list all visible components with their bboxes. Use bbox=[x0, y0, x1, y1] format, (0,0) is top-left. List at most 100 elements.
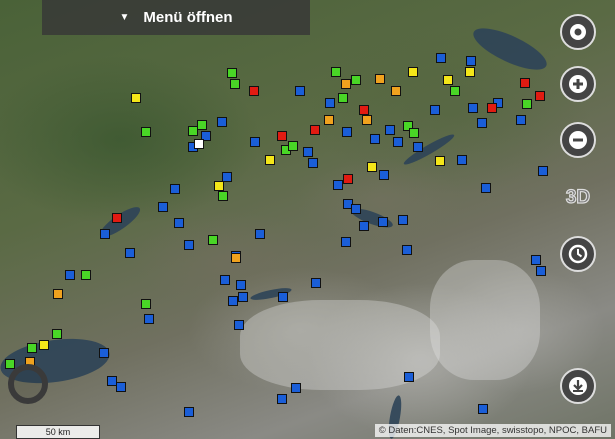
station-marker-red[interactable] bbox=[535, 91, 545, 101]
station-marker-green[interactable] bbox=[522, 99, 532, 109]
station-marker-blue[interactable] bbox=[99, 348, 109, 358]
station-marker-blue[interactable] bbox=[333, 180, 343, 190]
station-marker-blue[interactable] bbox=[370, 134, 380, 144]
station-marker-blue[interactable] bbox=[341, 237, 351, 247]
station-marker-red[interactable] bbox=[487, 103, 497, 113]
station-marker-blue[interactable] bbox=[295, 86, 305, 96]
station-marker-green[interactable] bbox=[351, 75, 361, 85]
station-marker-yellow[interactable] bbox=[214, 181, 224, 191]
station-marker-blue[interactable] bbox=[278, 292, 288, 302]
station-marker-blue[interactable] bbox=[234, 320, 244, 330]
station-marker-green[interactable] bbox=[141, 299, 151, 309]
station-marker-red[interactable] bbox=[520, 78, 530, 88]
station-marker-green[interactable] bbox=[288, 141, 298, 151]
station-marker-orange[interactable] bbox=[391, 86, 401, 96]
locate-button[interactable] bbox=[560, 14, 596, 50]
station-marker-blue[interactable] bbox=[158, 202, 168, 212]
station-marker-blue[interactable] bbox=[398, 215, 408, 225]
station-marker-blue[interactable] bbox=[468, 103, 478, 113]
station-marker-red[interactable] bbox=[112, 213, 122, 223]
station-marker-blue[interactable] bbox=[125, 248, 135, 258]
station-marker-blue[interactable] bbox=[308, 158, 318, 168]
3d-button[interactable]: 3D bbox=[560, 178, 596, 214]
zoom-out-button[interactable] bbox=[560, 122, 596, 158]
station-marker-orange[interactable] bbox=[341, 79, 351, 89]
download-button[interactable] bbox=[560, 368, 596, 404]
station-marker-green[interactable] bbox=[197, 120, 207, 130]
station-marker-orange[interactable] bbox=[324, 115, 334, 125]
station-marker-red[interactable] bbox=[359, 105, 369, 115]
station-marker-green[interactable] bbox=[450, 86, 460, 96]
station-marker-blue[interactable] bbox=[303, 147, 313, 157]
station-marker-blue[interactable] bbox=[170, 184, 180, 194]
station-marker-blue[interactable] bbox=[144, 314, 154, 324]
station-marker-blue[interactable] bbox=[481, 183, 491, 193]
station-marker-green[interactable] bbox=[218, 191, 228, 201]
station-marker-yellow[interactable] bbox=[435, 156, 445, 166]
zoom-in-button[interactable] bbox=[560, 66, 596, 102]
station-marker-green[interactable] bbox=[338, 93, 348, 103]
station-marker-blue[interactable] bbox=[311, 278, 321, 288]
station-marker-green[interactable] bbox=[81, 270, 91, 280]
station-marker-blue[interactable] bbox=[228, 296, 238, 306]
station-marker-blue[interactable] bbox=[217, 117, 227, 127]
station-marker-green[interactable] bbox=[230, 79, 240, 89]
station-marker-yellow[interactable] bbox=[465, 67, 475, 77]
station-marker-green[interactable] bbox=[52, 329, 62, 339]
station-marker-blue[interactable] bbox=[220, 275, 230, 285]
station-marker-blue[interactable] bbox=[531, 255, 541, 265]
station-marker-green[interactable] bbox=[188, 126, 198, 136]
station-marker-blue[interactable] bbox=[342, 127, 352, 137]
station-marker-yellow[interactable] bbox=[265, 155, 275, 165]
station-marker-green[interactable] bbox=[5, 359, 15, 369]
station-marker-blue[interactable] bbox=[116, 382, 126, 392]
station-marker-orange[interactable] bbox=[375, 74, 385, 84]
station-marker-orange[interactable] bbox=[53, 289, 63, 299]
station-marker-yellow[interactable] bbox=[408, 67, 418, 77]
station-marker-blue[interactable] bbox=[466, 56, 476, 66]
station-marker-green[interactable] bbox=[27, 343, 37, 353]
station-marker-blue[interactable] bbox=[100, 229, 110, 239]
station-marker-blue[interactable] bbox=[277, 394, 287, 404]
station-marker-blue[interactable] bbox=[291, 383, 301, 393]
station-marker-blue[interactable] bbox=[404, 372, 414, 382]
station-marker-red[interactable] bbox=[343, 174, 353, 184]
compass-icon[interactable] bbox=[8, 364, 48, 404]
station-marker-blue[interactable] bbox=[255, 229, 265, 239]
station-marker-blue[interactable] bbox=[477, 118, 487, 128]
station-marker-blue[interactable] bbox=[184, 240, 194, 250]
station-marker-yellow[interactable] bbox=[39, 340, 49, 350]
station-marker-blue[interactable] bbox=[378, 217, 388, 227]
station-marker-blue[interactable] bbox=[325, 98, 335, 108]
station-marker-yellow[interactable] bbox=[367, 162, 377, 172]
station-marker-blue[interactable] bbox=[457, 155, 467, 165]
station-marker-blue[interactable] bbox=[538, 166, 548, 176]
station-marker-blue[interactable] bbox=[393, 137, 403, 147]
station-marker-yellow[interactable] bbox=[443, 75, 453, 85]
station-marker-blue[interactable] bbox=[430, 105, 440, 115]
station-marker-blue[interactable] bbox=[379, 170, 389, 180]
station-marker-orange[interactable] bbox=[231, 253, 241, 263]
station-marker-blue[interactable] bbox=[184, 407, 194, 417]
map-canvas[interactable]: ▼ Menü öffnen 3D 50 km © Daten:CNES, Spo… bbox=[0, 0, 615, 439]
station-marker-blue[interactable] bbox=[359, 221, 369, 231]
station-marker-red[interactable] bbox=[310, 125, 320, 135]
station-marker-red[interactable] bbox=[277, 131, 287, 141]
station-marker-green[interactable] bbox=[409, 128, 419, 138]
station-marker-blue[interactable] bbox=[516, 115, 526, 125]
station-marker-green[interactable] bbox=[331, 67, 341, 77]
station-marker-blue[interactable] bbox=[65, 270, 75, 280]
station-marker-yellow[interactable] bbox=[131, 93, 141, 103]
station-marker-blue[interactable] bbox=[238, 292, 248, 302]
station-marker-green[interactable] bbox=[227, 68, 237, 78]
history-button[interactable] bbox=[560, 236, 596, 272]
station-marker-green[interactable] bbox=[208, 235, 218, 245]
station-marker-red[interactable] bbox=[249, 86, 259, 96]
station-marker-blue[interactable] bbox=[351, 204, 361, 214]
station-marker-blue[interactable] bbox=[402, 245, 412, 255]
open-menu-button[interactable]: ▼ Menü öffnen bbox=[42, 0, 310, 35]
station-marker-blue[interactable] bbox=[413, 142, 423, 152]
station-marker-white[interactable] bbox=[194, 139, 204, 149]
station-marker-blue[interactable] bbox=[536, 266, 546, 276]
station-marker-blue[interactable] bbox=[436, 53, 446, 63]
